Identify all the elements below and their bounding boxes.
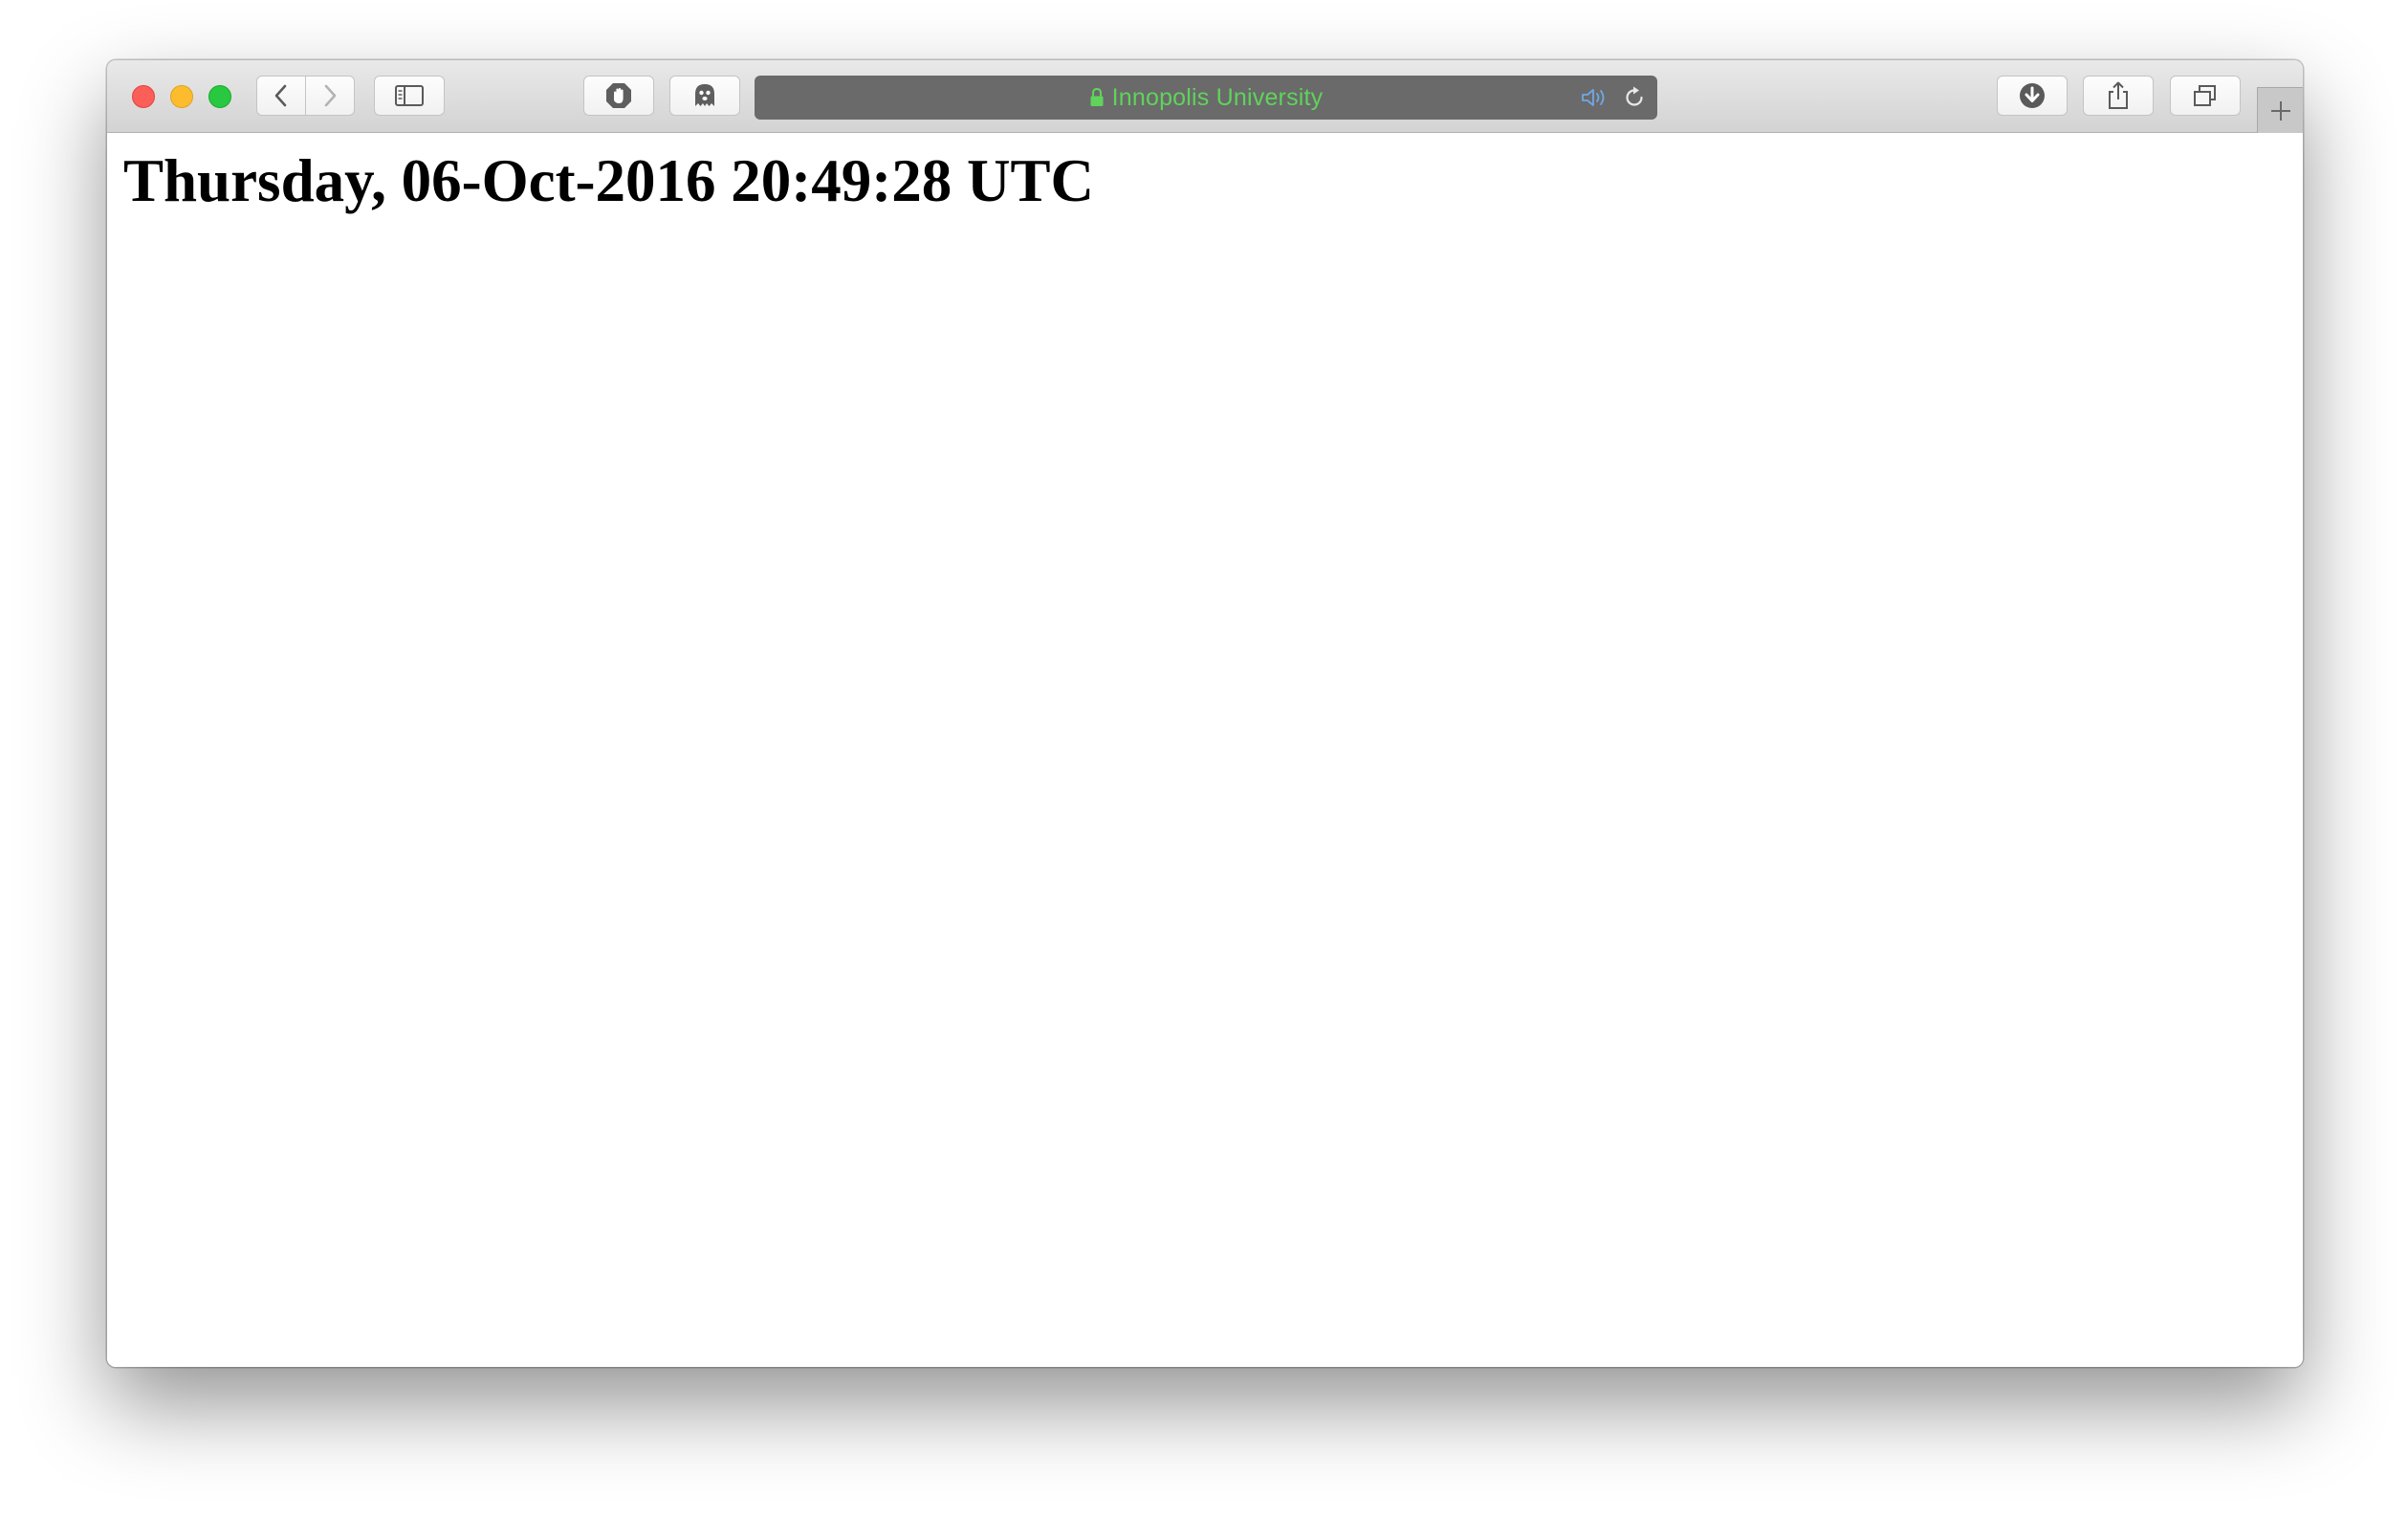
forward-button[interactable] [305,76,355,116]
address-bar-content: Innopolis University [1089,84,1324,112]
plus-icon [2270,100,2290,121]
adblock-extension-button[interactable] [583,76,654,116]
ghost-extension-button[interactable] [669,76,740,116]
browser-toolbar: Innopolis University [107,60,2303,133]
tabs-overview-icon [2194,85,2216,106]
downloads-button[interactable] [1997,76,2068,116]
speaker-icon[interactable] [1581,87,1613,108]
reload-icon[interactable] [1623,86,1646,109]
sidebar-icon [395,85,424,106]
tab-overview-button[interactable] [2170,76,2241,116]
share-button[interactable] [2083,76,2154,116]
address-bar[interactable]: Innopolis University [755,76,1657,120]
maximize-window-button[interactable] [208,85,231,108]
chevron-left-icon [274,84,287,107]
minimize-window-button[interactable] [170,85,193,108]
page-heading: Thursday, 06-Oct-2016 20:49:28 UTC [123,147,1095,214]
close-window-button[interactable] [132,85,155,108]
lock-icon [1090,87,1104,106]
back-button[interactable] [256,76,306,116]
sidebar-toggle-button[interactable] [374,76,445,116]
adblock-stop-icon [606,83,631,108]
share-icon [2109,81,2128,109]
new-tab-button[interactable] [2257,87,2303,133]
chevron-right-icon [324,84,337,107]
web-page-content: Thursday, 06-Oct-2016 20:49:28 UTC [107,133,2303,1367]
download-icon [2020,83,2045,108]
ghost-icon [695,84,714,106]
browser-window: Innopolis University Thursday, 06-Oct-20… [107,60,2303,1367]
address-bar-text: Innopolis University [1111,83,1324,111]
